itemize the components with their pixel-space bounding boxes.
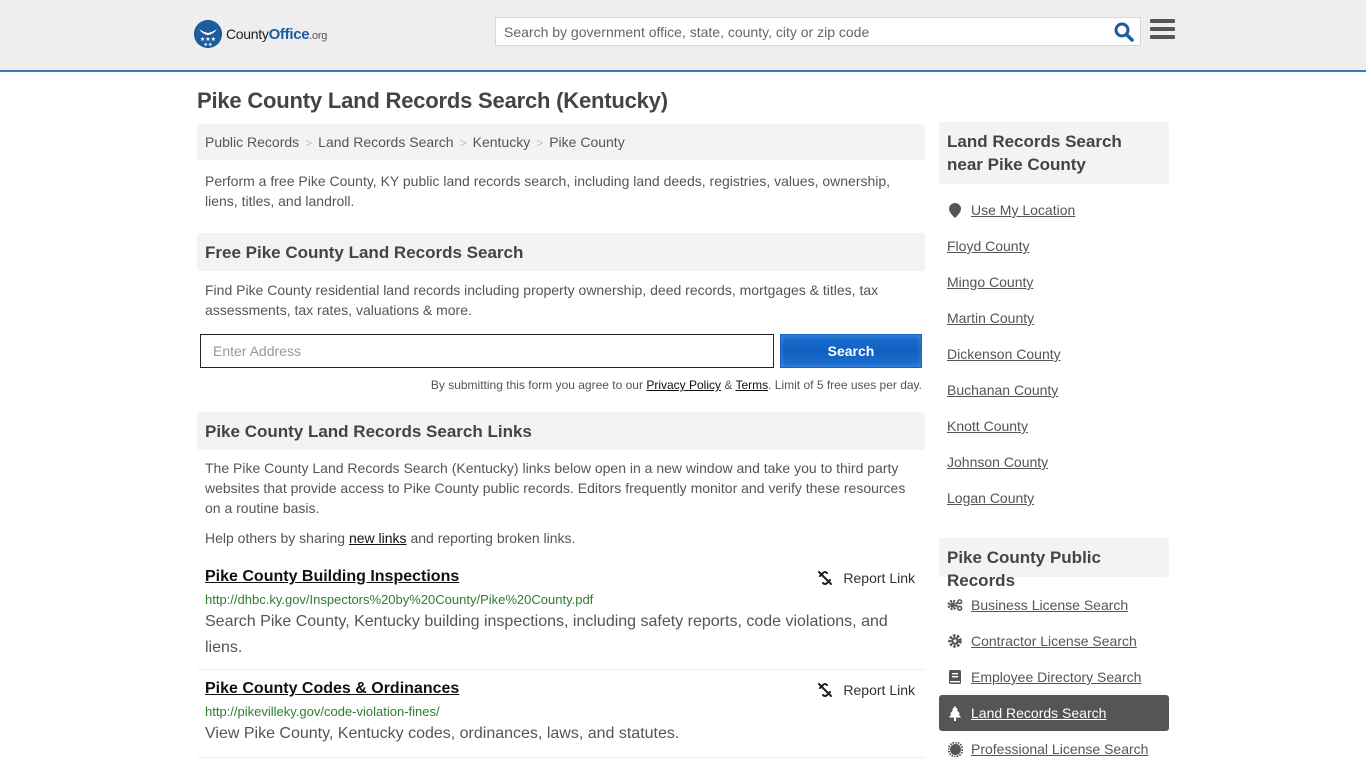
link-description: Search Pike County, Kentucky building in… xyxy=(205,613,888,656)
breadcrumb-public-records[interactable]: Public Records xyxy=(205,134,299,150)
link-item: Pike County Building Inspections Report … xyxy=(197,568,925,670)
broken-link-icon xyxy=(818,571,833,585)
svg-text:★★: ★★ xyxy=(204,42,213,48)
use-my-location-item: Use My Location xyxy=(939,192,1169,228)
breadcrumb-kentucky[interactable]: Kentucky xyxy=(473,134,531,150)
nearby-county-item: Dickenson County xyxy=(939,336,1169,372)
privacy-policy-link[interactable]: Privacy Policy xyxy=(646,378,721,392)
logo-wordmark: CountyOffice.org xyxy=(226,25,328,43)
breadcrumb-land-records-search[interactable]: Land Records Search xyxy=(318,134,453,150)
site-search-input[interactable] xyxy=(496,18,1096,45)
certificate-icon xyxy=(947,741,963,757)
record-link[interactable]: Contractor License Search xyxy=(971,633,1137,649)
nearby-county-link[interactable]: Johnson County xyxy=(947,454,1048,470)
map-marker-icon xyxy=(947,202,963,218)
nearby-county-item: Mingo County xyxy=(939,264,1169,300)
link-item: Pike County Codes & Ordinances Report Li… xyxy=(197,680,925,758)
new-links-link[interactable]: new links xyxy=(349,530,407,546)
nearby-county-item: Martin County xyxy=(939,300,1169,336)
page-title: Pike County Land Records Search (Kentuck… xyxy=(197,88,668,113)
record-item-contractor-license: Contractor License Search xyxy=(939,623,1169,659)
nearby-county-item: Knott County xyxy=(939,408,1169,444)
nearby-heading: Land Records Search near Pike County xyxy=(939,122,1169,184)
help-text: Help others by sharing new links and rep… xyxy=(205,530,576,546)
record-link[interactable]: Professional License Search xyxy=(971,741,1148,757)
nearby-county-link[interactable]: Mingo County xyxy=(947,274,1033,290)
terms-notice: By submitting this form you agree to our… xyxy=(430,378,922,392)
terms-link[interactable]: Terms xyxy=(735,378,768,392)
gear-icon xyxy=(947,633,963,649)
links-section-description: The Pike County Land Records Search (Ken… xyxy=(205,460,906,516)
nearby-county-item: Logan County xyxy=(939,480,1169,516)
breadcrumb-separator: > xyxy=(305,136,313,150)
search-icon[interactable] xyxy=(1114,22,1134,42)
nearby-county-item: Buchanan County xyxy=(939,372,1169,408)
nearby-county-item: Johnson County xyxy=(939,444,1169,480)
nearby-county-item: Floyd County xyxy=(939,228,1169,264)
public-records-list: Business License Search Contractor Licen… xyxy=(939,587,1169,767)
sidebar: Land Records Search near Pike County Use… xyxy=(939,122,1169,767)
record-link[interactable]: Employee Directory Search xyxy=(971,669,1141,685)
book-icon xyxy=(947,669,963,685)
link-title[interactable]: Pike County Codes & Ordinances xyxy=(205,680,459,698)
public-records-heading: Pike County Public Records xyxy=(939,538,1169,590)
link-url: http://dhbc.ky.gov/Inspectors%20by%20Cou… xyxy=(205,592,594,607)
free-search-description: Find Pike County residential land record… xyxy=(205,282,879,318)
record-link-active[interactable]: Land Records Search xyxy=(971,705,1106,721)
nearby-list: Use My Location Floyd County Mingo Count… xyxy=(939,192,1169,516)
nearby-county-link[interactable]: Floyd County xyxy=(947,238,1029,254)
free-search-heading: Free Pike County Land Records Search xyxy=(197,233,925,271)
breadcrumb-separator: > xyxy=(459,136,467,150)
address-search-form: Search xyxy=(197,334,925,368)
nearby-county-link[interactable]: Martin County xyxy=(947,310,1034,326)
nearby-county-link[interactable]: Dickenson County xyxy=(947,346,1061,362)
site-search xyxy=(495,17,1141,46)
nearby-county-link[interactable]: Buchanan County xyxy=(947,382,1058,398)
link-url: http://pikevilleky.gov/code-violation-fi… xyxy=(205,704,440,719)
breadcrumb-pike-county[interactable]: Pike County xyxy=(549,134,624,150)
record-link[interactable]: Business License Search xyxy=(971,597,1128,613)
record-item-employee-directory: Employee Directory Search xyxy=(939,659,1169,695)
eagle-logo-icon: ★★★ ★★ xyxy=(194,20,222,48)
report-link-button[interactable]: Report Link xyxy=(817,570,915,586)
address-search-button[interactable]: Search xyxy=(780,334,922,368)
link-title[interactable]: Pike County Building Inspections xyxy=(205,568,459,586)
site-header: ★★★ ★★ CountyOffice.org xyxy=(0,0,1366,72)
record-item-professional-license: Professional License Search xyxy=(939,731,1169,767)
report-link-button[interactable]: Report Link xyxy=(817,682,915,698)
site-logo[interactable]: ★★★ ★★ CountyOffice.org xyxy=(194,20,327,48)
breadcrumb: Public Records > Land Records Search > Kentu… xyxy=(197,124,925,160)
hamburger-menu-icon[interactable] xyxy=(1150,19,1175,41)
breadcrumb-separator: > xyxy=(536,136,544,150)
address-input[interactable] xyxy=(200,334,774,368)
link-description: View Pike County, Kentucky codes, ordina… xyxy=(205,725,680,742)
use-my-location-link[interactable]: Use My Location xyxy=(971,202,1075,218)
tree-icon xyxy=(947,705,963,721)
nearby-county-link[interactable]: Knott County xyxy=(947,418,1028,434)
main-content: Public Records > Land Records Search > Kentu… xyxy=(197,124,925,758)
gears-icon xyxy=(947,597,963,613)
nearby-county-link[interactable]: Logan County xyxy=(947,490,1034,506)
record-item-business-license: Business License Search xyxy=(939,587,1169,623)
links-section-heading: Pike County Land Records Search Links xyxy=(197,412,925,450)
record-item-land-records: Land Records Search xyxy=(939,695,1169,731)
broken-link-icon xyxy=(818,683,833,697)
intro-text: Perform a free Pike County, KY public la… xyxy=(205,173,891,209)
